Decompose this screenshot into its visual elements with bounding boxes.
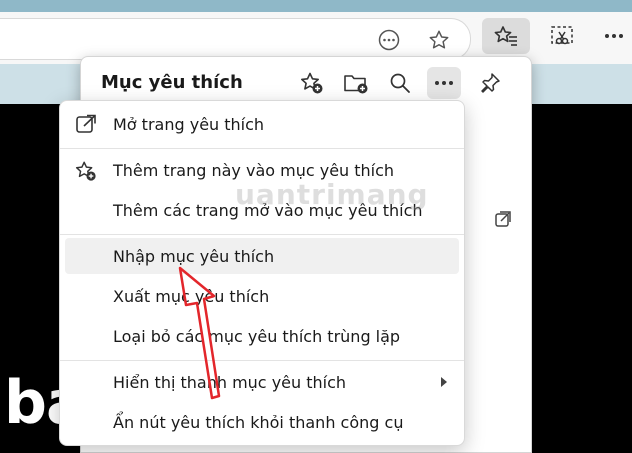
search-icon[interactable] [383,67,417,99]
add-favorite-icon [75,160,97,181]
open-in-new-icon[interactable] [494,210,512,232]
favorites-more-menu: Mở trang yêu thích Thêm trang này vào mụ… [59,100,465,446]
address-bar[interactable] [0,18,471,60]
menu-item-label: Thêm trang này vào mục yêu thích [113,160,395,180]
menu-item-label: Nhập mục yêu thích [113,246,275,266]
menu-divider [60,360,464,361]
watermark-logo: uantrimang [235,178,429,211]
add-folder-icon[interactable] [339,67,373,99]
more-options-circle-icon[interactable] [376,27,402,53]
more-options-icon[interactable] [427,67,461,99]
menu-item-label: Ẩn nút yêu thích khỏi thanh công cụ [113,412,404,432]
menu-item-remove-duplicates[interactable]: Loại bỏ các mục yêu thích trùng lặp [65,318,459,354]
menu-item-open-favorites[interactable]: Mở trang yêu thích [65,106,459,142]
star-icon[interactable] [426,27,452,53]
menu-item-label: Mở trang yêu thích [113,114,265,134]
add-favorite-icon[interactable] [295,67,329,99]
web-capture-icon[interactable] [546,22,578,50]
window-top-band [0,0,632,12]
watermark-text: uantrimang [235,178,429,211]
menu-divider [60,234,464,235]
panel-title: Mục yêu thích [101,72,243,93]
menu-item-show-favorites-bar[interactable]: Hiển thị thanh mục yêu thích [65,364,459,400]
open-external-icon [75,114,97,134]
pin-icon[interactable] [473,67,507,99]
favorites-toolbar-icon[interactable] [482,18,530,54]
settings-more-icon[interactable] [600,22,628,50]
menu-divider [60,148,464,149]
chevron-right-icon [441,377,447,387]
menu-item-export-favorites[interactable]: Xuất mục yêu thích [65,278,459,314]
menu-item-label: Xuất mục yêu thích [113,286,270,306]
menu-item-label: Hiển thị thanh mục yêu thích [113,372,347,392]
menu-item-label: Loại bỏ các mục yêu thích trùng lặp [113,326,401,346]
menu-item-hide-favorites-button[interactable]: Ẩn nút yêu thích khỏi thanh công cụ [65,404,459,440]
menu-item-import-favorites[interactable]: Nhập mục yêu thích [65,238,459,274]
